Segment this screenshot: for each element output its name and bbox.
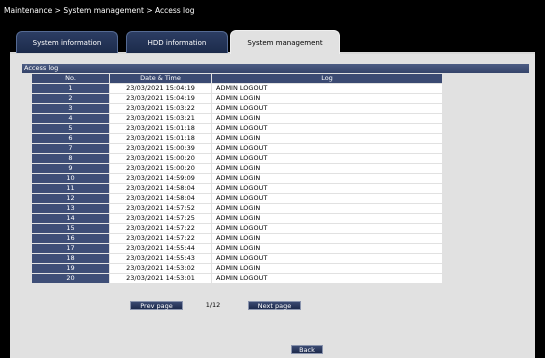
table-row: 8 23/03/2021 15:00:20 ADMIN LOGOUT [32,154,442,163]
row-datetime: 23/03/2021 14:57:25 [109,214,211,223]
row-number: 16 [32,234,109,243]
row-log: ADMIN LOGOUT [211,104,442,113]
row-number: 19 [32,264,109,273]
tab-bar: System information HDD information Syste… [10,30,535,54]
table-row: 15 23/03/2021 14:57:22 ADMIN LOGOUT [32,224,442,233]
row-datetime: 23/03/2021 15:00:20 [109,164,211,173]
row-datetime: 23/03/2021 14:58:04 [109,184,211,193]
row-datetime: 23/03/2021 14:53:01 [109,274,211,283]
row-log: ADMIN LOGOUT [211,224,442,233]
breadcrumb: Maintenance > System management > Access… [4,6,195,15]
tab-system-management[interactable]: System management [230,30,340,54]
row-log: ADMIN LOGIN [211,244,442,253]
row-number: 7 [32,144,109,153]
table-row: 9 23/03/2021 15:00:20 ADMIN LOGIN [32,164,442,173]
table-row: 14 23/03/2021 14:57:25 ADMIN LOGIN [32,214,442,223]
tab-hdd-information[interactable]: HDD information [126,31,228,53]
row-datetime: 23/03/2021 15:03:21 [109,114,211,123]
column-header-datetime: Date & Time [109,74,211,83]
column-header-log: Log [211,74,442,83]
table-header-row: No. Date & Time Log [32,74,442,83]
row-number: 11 [32,184,109,193]
row-number: 14 [32,214,109,223]
row-datetime: 23/03/2021 14:55:43 [109,254,211,263]
row-log: ADMIN LOGIN [211,234,442,243]
access-log-table: No. Date & Time Log 1 23/03/2021 15:04:19… [32,73,442,284]
table-row: 12 23/03/2021 14:58:04 ADMIN LOGOUT [32,194,442,203]
row-datetime: 23/03/2021 14:57:22 [109,224,211,233]
table-row: 3 23/03/2021 15:03:22 ADMIN LOGOUT [32,104,442,113]
row-log: ADMIN LOGOUT [211,194,442,203]
row-datetime: 23/03/2021 14:57:22 [109,234,211,243]
row-log: ADMIN LOGIN [211,94,442,103]
table-row: 20 23/03/2021 14:53:01 ADMIN LOGOUT [32,274,442,283]
row-log: ADMIN LOGOUT [211,184,442,193]
table-row: 2 23/03/2021 15:04:19 ADMIN LOGIN [32,94,442,103]
back-button[interactable]: Back [291,345,323,354]
row-number: 9 [32,164,109,173]
row-log: ADMIN LOGOUT [211,254,442,263]
table-row: 6 23/03/2021 15:01:18 ADMIN LOGIN [32,134,442,143]
row-log: ADMIN LOGOUT [211,154,442,163]
row-log: ADMIN LOGIN [211,204,442,213]
row-log: ADMIN LOGIN [211,134,442,143]
row-number: 18 [32,254,109,263]
row-number: 3 [32,104,109,113]
row-number: 1 [32,84,109,93]
row-log: ADMIN LOGOUT [211,124,442,133]
row-datetime: 23/03/2021 14:58:04 [109,194,211,203]
row-number: 6 [32,134,109,143]
table-row: 7 23/03/2021 15:00:39 ADMIN LOGOUT [32,144,442,153]
next-page-button[interactable]: Next page [248,301,301,310]
access-log-panel: Access log No. Date & Time Log 1 23/03/20… [10,54,535,358]
column-header-no: No. [32,74,109,83]
row-datetime: 23/03/2021 14:55:44 [109,244,211,253]
row-log: ADMIN LOGOUT [211,84,442,93]
row-number: 12 [32,194,109,203]
table-row: 16 23/03/2021 14:57:22 ADMIN LOGIN [32,234,442,243]
page-indicator: 1/12 [205,301,221,309]
table-row: 17 23/03/2021 14:55:44 ADMIN LOGIN [32,244,442,253]
row-number: 20 [32,274,109,283]
table-row: 10 23/03/2021 14:59:09 ADMIN LOGIN [32,174,442,183]
row-log: ADMIN LOGIN [211,174,442,183]
row-log: ADMIN LOGIN [211,114,442,123]
table-row: 13 23/03/2021 14:57:52 ADMIN LOGIN [32,204,442,213]
row-datetime: 23/03/2021 15:03:22 [109,104,211,113]
row-number: 13 [32,204,109,213]
row-log: ADMIN LOGIN [211,214,442,223]
row-number: 2 [32,94,109,103]
row-datetime: 23/03/2021 15:00:20 [109,154,211,163]
table-row: 19 23/03/2021 14:53:02 ADMIN LOGIN [32,264,442,273]
table-row: 4 23/03/2021 15:03:21 ADMIN LOGIN [32,114,442,123]
row-log: ADMIN LOGIN [211,264,442,273]
row-datetime: 23/03/2021 15:01:18 [109,124,211,133]
row-number: 8 [32,154,109,163]
row-number: 4 [32,114,109,123]
row-datetime: 23/03/2021 15:04:19 [109,84,211,93]
row-datetime: 23/03/2021 14:53:02 [109,264,211,273]
row-datetime: 23/03/2021 15:01:18 [109,134,211,143]
section-title: Access log [22,64,529,73]
row-datetime: 23/03/2021 15:00:39 [109,144,211,153]
row-log: ADMIN LOGOUT [211,274,442,283]
row-number: 5 [32,124,109,133]
table-row: 11 23/03/2021 14:58:04 ADMIN LOGOUT [32,184,442,193]
tab-system-information[interactable]: System information [16,31,118,53]
row-log: ADMIN LOGOUT [211,144,442,153]
row-number: 17 [32,244,109,253]
row-number: 10 [32,174,109,183]
prev-page-button[interactable]: Prev page [130,301,183,310]
row-datetime: 23/03/2021 14:59:09 [109,174,211,183]
table-row: 5 23/03/2021 15:01:18 ADMIN LOGOUT [32,124,442,133]
table-row: 1 23/03/2021 15:04:19 ADMIN LOGOUT [32,84,442,93]
row-log: ADMIN LOGIN [211,164,442,173]
row-number: 15 [32,224,109,233]
table-row: 18 23/03/2021 14:55:43 ADMIN LOGOUT [32,254,442,263]
row-datetime: 23/03/2021 14:57:52 [109,204,211,213]
row-datetime: 23/03/2021 15:04:19 [109,94,211,103]
